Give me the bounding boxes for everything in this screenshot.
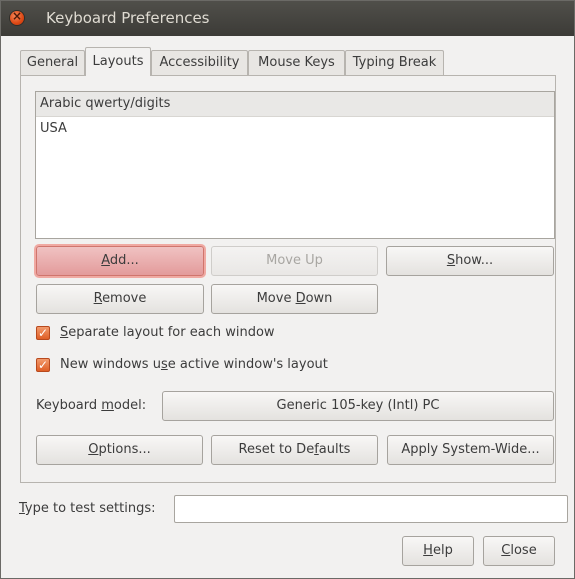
apply-system-wide-button[interactable]: Apply System-Wide... (387, 435, 554, 465)
show-button[interactable]: Show... (386, 246, 554, 276)
list-item[interactable]: USA (36, 117, 554, 141)
test-settings-label: Type to test settings: (19, 501, 156, 516)
tab-layouts[interactable]: Layouts (85, 47, 151, 76)
layouts-list[interactable]: Arabic qwerty/digits USA (35, 91, 555, 239)
test-settings-input[interactable] (174, 495, 568, 523)
tab-accessibility[interactable]: Accessibility (151, 50, 248, 76)
checkbox-checked-icon[interactable] (36, 323, 50, 343)
new-windows-checkbox[interactable]: New windows use active window's layout (36, 355, 436, 375)
list-item[interactable]: Arabic qwerty/digits (36, 92, 554, 117)
remove-button[interactable]: Remove (36, 284, 204, 314)
move-up-button[interactable]: Move Up (211, 246, 378, 276)
title-bar[interactable]: Keyboard Preferences (1, 1, 574, 36)
checkbox-checked-icon[interactable] (36, 355, 50, 375)
keyboard-preferences-window: Keyboard Preferences General Layouts Acc… (0, 0, 575, 579)
tab-general[interactable]: General (20, 50, 85, 76)
keyboard-model-button[interactable]: Generic 105-key (Intl) PC (162, 391, 554, 421)
add-button[interactable]: Add... (36, 246, 204, 276)
keyboard-model-label: Keyboard model: (36, 398, 147, 413)
move-down-button[interactable]: Move Down (211, 284, 378, 314)
reset-to-defaults-button[interactable]: Reset to Defaults (211, 435, 378, 465)
tab-mouse-keys[interactable]: Mouse Keys (248, 50, 345, 76)
options-button[interactable]: Options... (36, 435, 203, 465)
tab-typing-break[interactable]: Typing Break (345, 50, 444, 76)
close-button[interactable]: Close (483, 536, 555, 566)
help-button[interactable]: Help (402, 536, 474, 566)
close-window-icon[interactable] (10, 9, 24, 25)
window-title: Keyboard Preferences (46, 9, 210, 27)
separate-layout-checkbox[interactable]: Separate layout for each window (36, 323, 436, 343)
